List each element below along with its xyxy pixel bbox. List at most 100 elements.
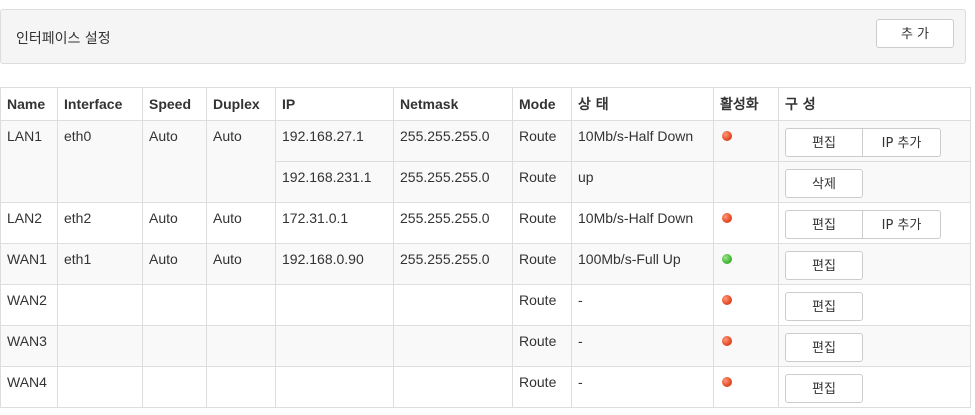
cell-status: -: [571, 325, 714, 367]
cell-status: -: [571, 284, 714, 326]
cell-interface: eth1: [57, 243, 143, 285]
cell-active: [713, 325, 779, 367]
edit-button[interactable]: 편집: [785, 374, 863, 403]
cell-mode: Route: [512, 284, 572, 326]
cell-name: WAN3: [0, 325, 58, 367]
add-ip-button[interactable]: IP 추가: [863, 210, 941, 239]
edit-button[interactable]: 편집: [785, 251, 863, 280]
cell-ip: [275, 366, 394, 408]
cell-status: -: [571, 366, 714, 408]
cell-mode: Route: [512, 366, 572, 408]
header-config: 구 성: [778, 87, 971, 121]
add-interface-button[interactable]: 추 가: [876, 19, 954, 48]
edit-button[interactable]: 편집: [785, 210, 863, 239]
header-netmask: Netmask: [393, 87, 513, 121]
header-duplex: Duplex: [206, 87, 276, 121]
table-row: LAN1 eth0 Auto Auto 192.168.27.1 255.255…: [0, 120, 971, 203]
edit-button[interactable]: 편집: [785, 128, 863, 157]
cell-ip: 192.168.27.1: [275, 120, 394, 162]
cell-mode: Route: [512, 325, 572, 367]
cell-active: [713, 284, 779, 326]
cell-status: up: [571, 161, 714, 203]
cell-mode: Route: [512, 243, 572, 285]
cell-ip: 192.168.0.90: [275, 243, 394, 285]
cell-netmask: [393, 284, 513, 326]
header-active: 활성화: [713, 87, 779, 121]
status-down-icon: [722, 213, 732, 223]
lan2-button-group: 편집 IP 추가: [785, 210, 941, 239]
header-interface: Interface: [57, 87, 143, 121]
table-row: LAN2 eth2 Auto Auto 172.31.0.1 255.255.2…: [0, 202, 971, 244]
header-status: 상 태: [571, 87, 714, 121]
edit-button[interactable]: 편집: [785, 292, 863, 321]
cell-config: 편집: [778, 366, 971, 408]
header-ip: IP: [275, 87, 394, 121]
table-row: WAN1 eth1 Auto Auto 192.168.0.90 255.255…: [0, 243, 971, 285]
status-up-icon: [722, 254, 732, 264]
cell-config: 편집: [778, 325, 971, 367]
cell-name: WAN1: [0, 243, 58, 285]
cell-config: 삭제: [778, 161, 971, 203]
cell-mode: Route: [512, 161, 572, 203]
cell-active: [713, 366, 779, 408]
cell-duplex: Auto: [206, 120, 276, 203]
cell-duplex: Auto: [206, 202, 276, 244]
cell-speed: [142, 284, 207, 326]
interface-table: Name Interface Speed Duplex IP Netmask M…: [0, 87, 971, 408]
table-header-row: Name Interface Speed Duplex IP Netmask M…: [0, 87, 971, 121]
cell-netmask: [393, 366, 513, 408]
cell-speed: Auto: [142, 120, 207, 203]
cell-duplex: Auto: [206, 243, 276, 285]
cell-active: [713, 120, 779, 162]
cell-mode: Route: [512, 202, 572, 244]
cell-netmask: 255.255.255.0: [393, 202, 513, 244]
status-down-icon: [722, 131, 732, 141]
header-mode: Mode: [512, 87, 572, 121]
cell-interface: [57, 284, 143, 326]
status-down-icon: [722, 336, 732, 346]
cell-active: [713, 161, 779, 203]
cell-duplex: [206, 284, 276, 326]
panel-title: 인터페이스 설정: [16, 31, 111, 47]
cell-netmask: 255.255.255.0: [393, 243, 513, 285]
cell-ip: 192.168.231.1: [275, 161, 394, 203]
cell-speed: [142, 325, 207, 367]
cell-active: [713, 202, 779, 244]
cell-duplex: [206, 366, 276, 408]
cell-config: 편집: [778, 284, 971, 326]
cell-interface: [57, 325, 143, 367]
table-row: WAN2 Route - 편집: [0, 284, 971, 326]
lan1-button-group: 편집 IP 추가: [785, 128, 941, 157]
cell-speed: Auto: [142, 243, 207, 285]
cell-speed: [142, 366, 207, 408]
cell-name: WAN2: [0, 284, 58, 326]
cell-netmask: [393, 325, 513, 367]
table-row: WAN4 Route - 편집: [0, 366, 971, 408]
add-ip-button[interactable]: IP 추가: [863, 128, 941, 157]
cell-name: LAN1: [0, 120, 58, 203]
cell-ip: 172.31.0.1: [275, 202, 394, 244]
cell-interface: eth0: [57, 120, 143, 203]
interface-settings-panel-header: 인터페이스 설정 추 가: [0, 9, 966, 64]
header-name: Name: [0, 87, 58, 121]
cell-duplex: [206, 325, 276, 367]
cell-interface: eth2: [57, 202, 143, 244]
cell-config: 편집 IP 추가: [778, 120, 971, 162]
cell-status: 10Mb/s-Half Down: [571, 202, 714, 244]
cell-config: 편집: [778, 243, 971, 285]
cell-netmask: 255.255.255.0: [393, 120, 513, 162]
edit-button[interactable]: 편집: [785, 333, 863, 362]
header-speed: Speed: [142, 87, 207, 121]
cell-name: WAN4: [0, 366, 58, 408]
cell-mode: Route: [512, 120, 572, 162]
cell-ip: [275, 325, 394, 367]
cell-status: 100Mb/s-Full Up: [571, 243, 714, 285]
cell-config: 편집 IP 추가: [778, 202, 971, 244]
cell-netmask: 255.255.255.0: [393, 161, 513, 203]
cell-interface: [57, 366, 143, 408]
cell-speed: Auto: [142, 202, 207, 244]
delete-button[interactable]: 삭제: [785, 169, 863, 198]
table-row: WAN3 Route - 편집: [0, 325, 971, 367]
cell-status: 10Mb/s-Half Down: [571, 120, 714, 162]
status-down-icon: [722, 377, 732, 387]
